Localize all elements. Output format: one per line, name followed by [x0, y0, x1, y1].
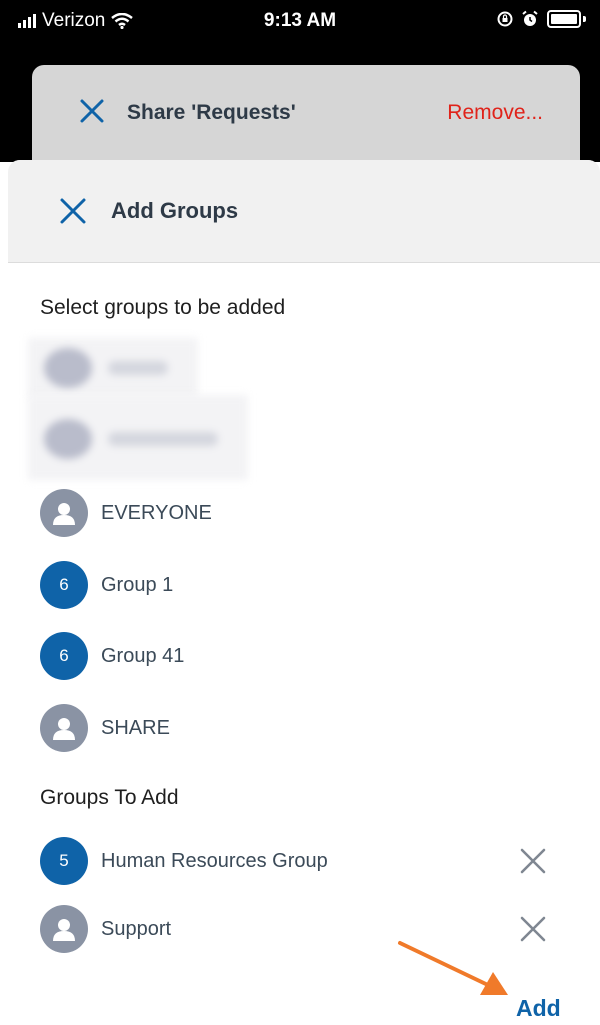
- group-name: EVERYONE: [101, 502, 212, 524]
- group-row-share[interactable]: SHARE: [40, 704, 560, 754]
- group-name: Support: [101, 918, 172, 940]
- selected-group-row-support: Support: [40, 905, 560, 955]
- groups-to-add-heading: Groups To Add: [40, 786, 179, 809]
- share-title: Share 'Requests': [127, 101, 296, 124]
- avatar: [40, 905, 88, 953]
- battery-icon: [547, 10, 581, 28]
- close-icon[interactable]: [58, 196, 88, 226]
- member-count-badge: 6: [40, 632, 88, 680]
- group-name: Group 1: [101, 574, 174, 596]
- group-row-everyone[interactable]: EVERYONE: [40, 489, 560, 539]
- member-count-badge: 6: [40, 561, 88, 609]
- avatar: [40, 704, 88, 752]
- remove-icon[interactable]: [518, 846, 548, 876]
- add-button[interactable]: Add: [516, 995, 561, 1022]
- alarm-icon: [522, 10, 538, 26]
- group-row-group-41[interactable]: 6 Group 41: [40, 632, 560, 682]
- status-bar: Verizon 9:13 AM: [0, 0, 600, 42]
- selected-group-row-human-resources: 5 Human Resources Group: [40, 837, 560, 887]
- avatar: [40, 489, 88, 537]
- share-sheet: Share 'Requests' Remove...: [32, 65, 580, 175]
- remove-button[interactable]: Remove...: [447, 101, 543, 125]
- select-groups-heading: Select groups to be added: [40, 296, 286, 319]
- group-name: SHARE: [101, 717, 170, 739]
- person-icon: [53, 919, 75, 941]
- group-name: Human Resources Group: [101, 850, 328, 872]
- person-icon: [53, 503, 75, 525]
- member-count-badge: 5: [40, 837, 88, 885]
- close-icon[interactable]: [78, 97, 106, 125]
- orientation-lock-icon: [497, 11, 513, 27]
- group-row-group-1[interactable]: 6 Group 1: [40, 561, 560, 611]
- sheet-title: Add Groups: [111, 198, 239, 223]
- status-right: [497, 10, 586, 28]
- person-icon: [53, 718, 75, 740]
- remove-icon[interactable]: [518, 914, 548, 944]
- redacted-group-row[interactable]: [28, 395, 248, 480]
- redacted-group-row[interactable]: [28, 338, 198, 398]
- group-name: Group 41: [101, 645, 185, 667]
- sheet-header: Add Groups: [8, 160, 600, 263]
